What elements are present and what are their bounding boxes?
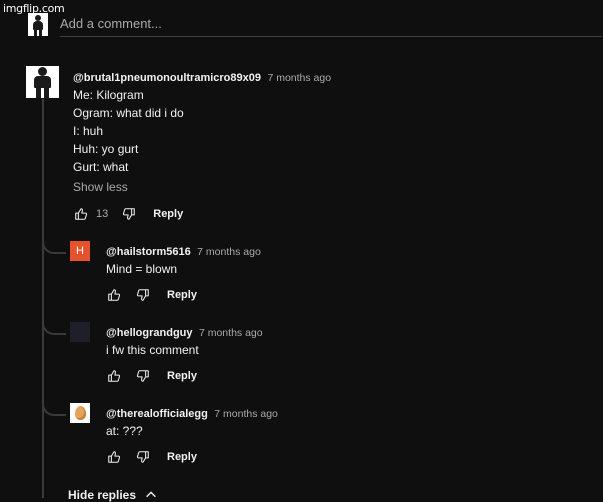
reply-time[interactable]: 7 months ago [214, 408, 278, 420]
main-comment-time[interactable]: 7 months ago [267, 72, 331, 84]
comment-line: Huh: yo gurt [73, 142, 139, 156]
reply-actions: Reply [107, 369, 197, 383]
comment-line: I: huh [73, 124, 104, 138]
reply-button[interactable]: Reply [167, 370, 197, 382]
reply-time[interactable]: 7 months ago [197, 246, 261, 258]
thumbs-up-icon[interactable] [74, 207, 88, 221]
comment-line: Me: Kilogram [73, 88, 144, 102]
main-comment-body: Me: Kilogram Ogram: what did i do I: huh… [73, 86, 184, 176]
comment-line: Gurt: what [73, 160, 129, 174]
reply-handle[interactable]: @therealofficialegg [106, 408, 208, 420]
hide-replies-button[interactable]: Hide replies [68, 488, 158, 502]
reply-text: i fw this comment [106, 343, 199, 357]
reply-actions: Reply [107, 288, 197, 302]
commenter-avatar[interactable] [26, 66, 59, 98]
reply-handle[interactable]: @hailstorm5616 [106, 246, 191, 258]
like-count: 13 [96, 208, 109, 220]
main-comment-header: @brutal1pneumonoultramicro89x09 7 months… [73, 68, 331, 86]
thumbs-down-icon[interactable] [136, 288, 150, 302]
reply-header: @hellograndguy 7 months ago [106, 323, 263, 341]
reply-header: @therealofficialegg 7 months ago [106, 404, 278, 422]
thread-branch [42, 319, 66, 335]
thumbs-down-icon[interactable] [136, 369, 150, 383]
reply-avatar[interactable] [70, 322, 90, 342]
user-avatar [28, 13, 48, 36]
reply-time[interactable]: 7 months ago [199, 327, 263, 339]
thumbs-up-icon[interactable] [107, 450, 121, 464]
hide-replies-label: Hide replies [68, 488, 137, 502]
reply-button[interactable]: Reply [167, 289, 197, 301]
thumbs-up-icon[interactable] [107, 288, 121, 302]
thread-line [42, 99, 44, 498]
reply-avatar[interactable] [70, 403, 90, 423]
avatar-letter: H [76, 245, 84, 257]
reply-actions: Reply [107, 450, 197, 464]
add-comment-input[interactable]: Add a comment... [60, 14, 602, 37]
reply-button[interactable]: Reply [167, 451, 197, 463]
reply-text: Mind = blown [106, 262, 178, 276]
reply-text: at: ??? [106, 424, 143, 438]
show-less-button[interactable]: Show less [73, 180, 128, 194]
main-comment-handle[interactable]: @brutal1pneumonoultramicro89x09 [73, 72, 261, 84]
chevron-up-icon [144, 488, 158, 502]
egg-icon [75, 406, 86, 420]
thumbs-down-icon[interactable] [122, 207, 136, 221]
comment-line: Ogram: what did i do [73, 106, 184, 120]
add-comment-placeholder: Add a comment... [60, 16, 162, 31]
thumbs-up-icon[interactable] [107, 369, 121, 383]
reply-avatar[interactable]: H [70, 241, 90, 261]
reply-header: @hailstorm5616 7 months ago [106, 242, 261, 260]
thumbs-down-icon[interactable] [136, 450, 150, 464]
thread-branch [42, 400, 66, 416]
main-comment-actions: 13 Reply [74, 207, 183, 221]
reply-button[interactable]: Reply [153, 208, 183, 220]
thread-branch [42, 238, 66, 254]
reply-handle[interactable]: @hellograndguy [106, 327, 193, 339]
